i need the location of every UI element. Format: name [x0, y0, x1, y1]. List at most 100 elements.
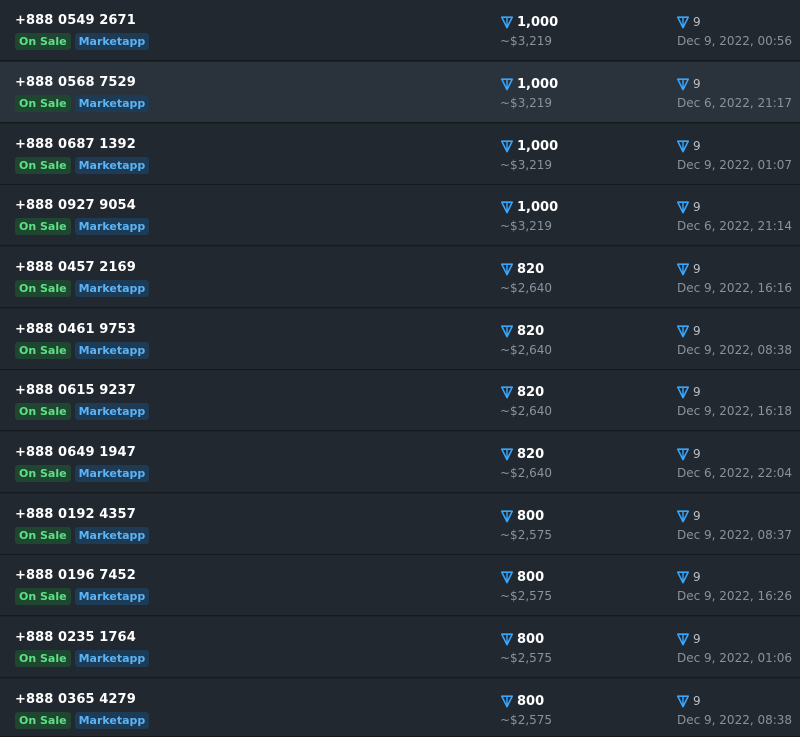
- list-item[interactable]: +888 0649 1947 On Sale Marketapp 820 ~$2…: [0, 432, 800, 493]
- ton-diamond-icon: [500, 200, 514, 214]
- price-value: 820: [517, 446, 545, 462]
- on-sale-badge: On Sale: [15, 33, 71, 50]
- list-item[interactable]: +888 0927 9054 On Sale Marketapp 1,000 ~…: [0, 185, 800, 246]
- ton-diamond-icon: [676, 509, 690, 523]
- ton-diamond-icon: [676, 139, 690, 153]
- marketplace-badge[interactable]: Marketapp: [74, 465, 150, 482]
- phone-number[interactable]: +888 0568 7529: [15, 75, 136, 90]
- tag-group: On Sale Marketapp: [15, 280, 150, 297]
- phone-number[interactable]: +888 0549 2671: [15, 13, 136, 28]
- usd-price: ~$2,640: [500, 404, 553, 418]
- tag-group: On Sale Marketapp: [15, 403, 150, 420]
- phone-number[interactable]: +888 0365 4279: [15, 692, 136, 707]
- price: 820: [500, 322, 544, 340]
- bid-value: 9: [693, 694, 701, 708]
- usd-price: ~$3,219: [500, 96, 553, 110]
- price: 1,000: [500, 137, 558, 155]
- bid-value: 9: [693, 447, 701, 461]
- usd-price: ~$2,640: [500, 466, 553, 480]
- marketplace-badge[interactable]: Marketapp: [74, 403, 150, 420]
- price-value: 1,000: [517, 76, 559, 92]
- ton-diamond-icon: [500, 694, 514, 708]
- price-value: 800: [517, 631, 545, 647]
- list-item[interactable]: +888 0687 1392 On Sale Marketapp 1,000 ~…: [0, 124, 800, 185]
- price: 820: [500, 383, 544, 401]
- list-item[interactable]: +888 0235 1764 On Sale Marketapp 800 ~$2…: [0, 617, 800, 678]
- ton-diamond-icon: [500, 77, 514, 91]
- marketplace-badge[interactable]: Marketapp: [74, 342, 150, 359]
- phone-number[interactable]: +888 0461 9753: [15, 322, 136, 337]
- ton-diamond-icon: [500, 447, 514, 461]
- phone-number[interactable]: +888 0649 1947: [15, 445, 136, 460]
- numbers-list: +888 0549 2671 On Sale Marketapp 1,000 ~…: [0, 0, 800, 737]
- usd-price: ~$3,219: [500, 34, 553, 48]
- marketplace-badge[interactable]: Marketapp: [74, 588, 150, 605]
- phone-number[interactable]: +888 0927 9054: [15, 198, 136, 213]
- timestamp: Dec 9, 2022, 08:38: [677, 713, 793, 727]
- bid-value: 9: [693, 570, 701, 584]
- price-value: 800: [517, 693, 545, 709]
- min-bid: 9: [676, 568, 701, 586]
- marketplace-badge[interactable]: Marketapp: [74, 157, 150, 174]
- phone-number[interactable]: +888 0192 4357: [15, 507, 136, 522]
- phone-number[interactable]: +888 0457 2169: [15, 260, 136, 275]
- on-sale-badge: On Sale: [15, 218, 71, 235]
- min-bid: 9: [676, 630, 701, 648]
- list-item[interactable]: +888 0196 7452 On Sale Marketapp 800 ~$2…: [0, 555, 800, 616]
- timestamp: Dec 9, 2022, 16:26: [677, 589, 793, 603]
- ton-diamond-icon: [676, 262, 690, 276]
- phone-number[interactable]: +888 0615 9237: [15, 383, 136, 398]
- ton-diamond-icon: [676, 324, 690, 338]
- marketplace-badge[interactable]: Marketapp: [74, 527, 150, 544]
- marketplace-badge[interactable]: Marketapp: [74, 218, 150, 235]
- list-item[interactable]: +888 0365 4279 On Sale Marketapp 800 ~$2…: [0, 679, 800, 737]
- price: 1,000: [500, 198, 558, 216]
- on-sale-badge: On Sale: [15, 588, 71, 605]
- phone-number[interactable]: +888 0196 7452: [15, 568, 136, 583]
- marketplace-badge[interactable]: Marketapp: [74, 712, 150, 729]
- usd-price: ~$3,219: [500, 219, 553, 233]
- bid-value: 9: [693, 632, 701, 646]
- list-item[interactable]: +888 0615 9237 On Sale Marketapp 820 ~$2…: [0, 370, 800, 431]
- price: 800: [500, 692, 544, 710]
- list-item[interactable]: +888 0461 9753 On Sale Marketapp 820 ~$2…: [0, 309, 800, 370]
- marketplace-badge[interactable]: Marketapp: [74, 33, 150, 50]
- usd-price: ~$2,575: [500, 651, 553, 665]
- list-item[interactable]: +888 0549 2671 On Sale Marketapp 1,000 ~…: [0, 0, 800, 61]
- min-bid: 9: [676, 137, 701, 155]
- ton-diamond-icon: [676, 200, 690, 214]
- bid-value: 9: [693, 200, 701, 214]
- ton-diamond-icon: [676, 15, 690, 29]
- ton-diamond-icon: [500, 509, 514, 523]
- price-value: 800: [517, 569, 545, 585]
- price: 800: [500, 630, 544, 648]
- marketplace-badge[interactable]: Marketapp: [74, 280, 150, 297]
- price-value: 820: [517, 261, 545, 277]
- ton-diamond-icon: [500, 632, 514, 646]
- list-item[interactable]: +888 0192 4357 On Sale Marketapp 800 ~$2…: [0, 494, 800, 555]
- marketplace-badge[interactable]: Marketapp: [74, 95, 150, 112]
- on-sale-badge: On Sale: [15, 95, 71, 112]
- list-item[interactable]: +888 0457 2169 On Sale Marketapp 820 ~$2…: [0, 247, 800, 308]
- timestamp: Dec 9, 2022, 16:18: [677, 404, 793, 418]
- ton-diamond-icon: [676, 570, 690, 584]
- list-item[interactable]: +888 0568 7529 On Sale Marketapp 1,000 ~…: [0, 62, 800, 123]
- usd-price: ~$2,640: [500, 281, 553, 295]
- ton-diamond-icon: [500, 570, 514, 584]
- timestamp: Dec 9, 2022, 16:16: [677, 281, 793, 295]
- tag-group: On Sale Marketapp: [15, 588, 150, 605]
- price: 820: [500, 445, 544, 463]
- phone-number[interactable]: +888 0235 1764: [15, 630, 136, 645]
- on-sale-badge: On Sale: [15, 712, 71, 729]
- min-bid: 9: [676, 507, 701, 525]
- ton-diamond-icon: [676, 385, 690, 399]
- price-value: 1,000: [517, 199, 559, 215]
- timestamp: Dec 6, 2022, 21:14: [677, 219, 793, 233]
- min-bid: 9: [676, 13, 701, 31]
- phone-number[interactable]: +888 0687 1392: [15, 137, 136, 152]
- timestamp: Dec 9, 2022, 01:06: [677, 651, 793, 665]
- usd-price: ~$3,219: [500, 158, 553, 172]
- marketplace-badge[interactable]: Marketapp: [74, 650, 150, 667]
- usd-price: ~$2,575: [500, 528, 553, 542]
- bid-value: 9: [693, 385, 701, 399]
